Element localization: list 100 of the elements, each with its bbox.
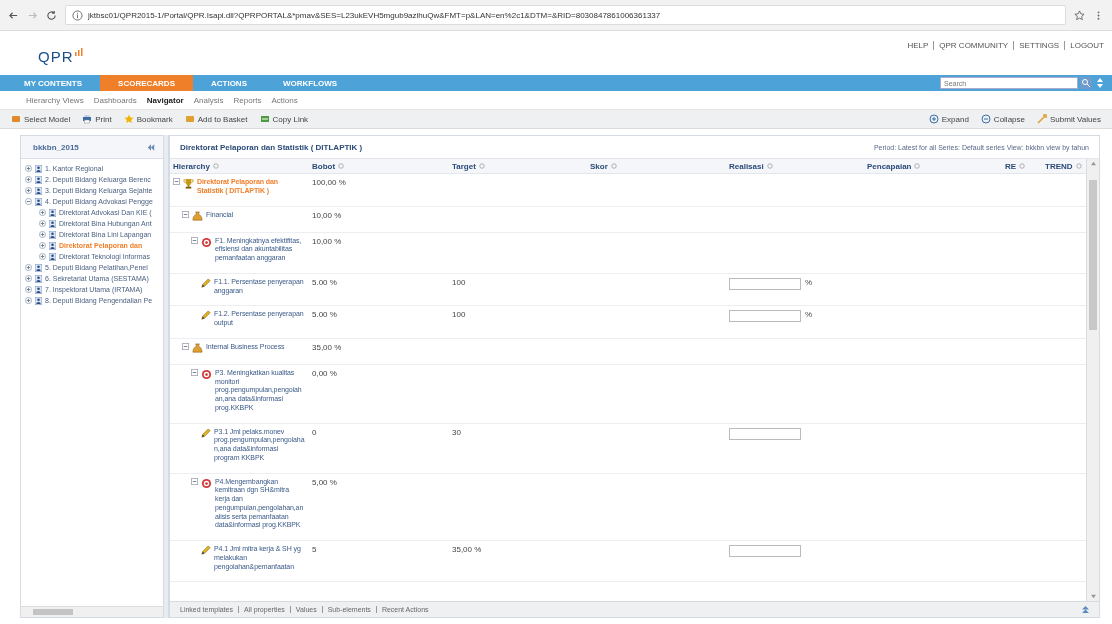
person-icon — [35, 197, 42, 206]
expand-toggle-icon[interactable] — [39, 209, 46, 216]
scrollbar-thumb[interactable] — [33, 609, 73, 615]
pencil-icon — [200, 277, 211, 289]
address-bar[interactable]: jktbsc01/QPR2015-1/Portal/QPR.Isapi.dll?QPRPORTAL&*pmav&SES=L23ukEVH5mgub9azihuQw&FMT=p&LAN=en%2c1&DTM=&RID=8030847861006361337 — [65, 5, 1066, 25]
header-link[interactable]: QPR COMMUNITY — [933, 41, 1009, 50]
person-icon — [35, 175, 42, 184]
column-header[interactable]: Bobot — [309, 161, 449, 171]
splitter-handle[interactable] — [164, 135, 169, 618]
sub-tab[interactable]: Reports — [233, 95, 262, 105]
person-icon — [35, 285, 42, 294]
table-cell: 35,00 % — [452, 545, 482, 554]
expand-toggle-icon[interactable] — [25, 275, 32, 282]
table-cell: 35,00 % — [312, 342, 342, 352]
pencil-icon — [200, 427, 211, 439]
expand-toggle-icon[interactable] — [39, 242, 46, 249]
person-icon — [35, 263, 42, 272]
expand-toggle-icon[interactable] — [39, 253, 46, 260]
scrollbar-thumb[interactable] — [1089, 180, 1097, 330]
sub-tab[interactable]: Hierarchy Views — [26, 95, 84, 105]
collapse-toggle-icon[interactable] — [182, 342, 189, 350]
column-header[interactable]: Realisasi — [726, 161, 864, 171]
collapse-toggle-icon[interactable] — [25, 198, 32, 205]
target-icon — [201, 477, 212, 489]
sub-tab[interactable]: Analysis — [193, 95, 224, 105]
collapse-toggle-icon[interactable] — [191, 236, 198, 244]
collapse-toggle-icon[interactable] — [191, 368, 198, 376]
table-cell: 10,00 % — [312, 210, 342, 220]
expand-toggle-icon[interactable] — [25, 286, 32, 293]
header-link[interactable]: HELP — [907, 41, 929, 50]
value-input[interactable] — [729, 427, 801, 440]
expand-toggle-icon[interactable] — [25, 176, 32, 183]
column-header[interactable]: Target — [449, 161, 587, 171]
collapse-icon[interactable] — [147, 143, 155, 151]
toolbar-button[interactable]: Copy Link — [256, 114, 312, 124]
toolbar-button[interactable]: Select Model — [8, 114, 74, 124]
person-icon — [35, 296, 42, 305]
expand-up-icon[interactable] — [1082, 606, 1089, 613]
toolbar-button[interactable]: Expand — [925, 114, 972, 124]
toolbar-button[interactable]: Bookmark — [120, 114, 176, 124]
person-icon — [49, 208, 56, 217]
sort-icon — [1019, 163, 1026, 169]
info-icon — [72, 9, 83, 21]
star-icon — [123, 114, 134, 124]
collapse-toggle-icon[interactable] — [182, 210, 189, 218]
expand-toggle-icon[interactable] — [25, 187, 32, 194]
unit-label: % — [805, 310, 813, 320]
sub-tab[interactable]: Dashboards — [93, 95, 137, 105]
reload-icon[interactable] — [46, 9, 57, 21]
collapse-toggle-icon[interactable] — [173, 178, 180, 185]
sort-icon — [766, 163, 773, 169]
column-header[interactable]: TREND — [1042, 161, 1086, 171]
star-icon[interactable] — [1074, 9, 1085, 21]
sub-tab[interactable]: Actions — [271, 95, 298, 105]
value-input[interactable] — [729, 545, 801, 557]
value-input[interactable] — [729, 310, 801, 323]
table-cell: 0 — [312, 427, 317, 437]
expand-toggle-icon[interactable] — [25, 165, 32, 172]
collapse-toggle-icon[interactable] — [191, 477, 198, 485]
column-header[interactable]: Pencapaian — [864, 161, 1002, 171]
sidebar-title: bkkbn_2015 — [33, 142, 79, 152]
box-icon — [184, 114, 195, 124]
column-header[interactable]: Hierarchy — [170, 161, 309, 171]
sort-icon — [1075, 163, 1082, 169]
value-input[interactable] — [729, 277, 801, 290]
toolbar-button[interactable]: Print — [79, 114, 115, 124]
money-bag-icon — [192, 210, 203, 222]
table-cell: 5,00 % — [312, 477, 337, 487]
vertical-scrollbar[interactable] — [1086, 159, 1099, 601]
expand-toggle-icon[interactable] — [39, 231, 46, 238]
money-bag-icon — [192, 342, 203, 354]
expand-toggle-icon[interactable] — [25, 297, 32, 304]
toolbar-button[interactable]: Submit Values — [1034, 114, 1104, 124]
header-link[interactable]: SETTINGS — [1013, 41, 1060, 50]
column-header[interactable]: RE — [1002, 161, 1042, 171]
expand-toggle-icon[interactable] — [25, 264, 32, 271]
arrow-icon — [1037, 114, 1047, 124]
trophy-icon — [183, 178, 194, 189]
header-link[interactable]: LOGOUT — [1064, 41, 1104, 50]
sub-tab[interactable]: Navigator — [146, 95, 184, 105]
sort-arrows-icon[interactable] — [1094, 77, 1106, 89]
table-cell: 5.00 % — [312, 277, 337, 287]
table-cell: 0,00 % — [312, 368, 337, 378]
person-icon — [49, 252, 56, 261]
minus-circle-icon — [980, 114, 991, 124]
scroll-down-icon[interactable] — [1089, 594, 1097, 599]
sort-icon — [478, 163, 485, 169]
table-cell: 5.00 % — [312, 310, 337, 320]
table-cell: 5 — [312, 545, 317, 554]
printer-icon — [82, 114, 93, 124]
column-header[interactable]: Skor — [587, 161, 726, 171]
person-icon — [49, 219, 56, 228]
horizontal-scrollbar[interactable] — [21, 606, 163, 617]
unit-label: % — [805, 277, 813, 287]
panel-title: Direktorat Pelaporan dan Statistik ( DITLAPTIK ) — [180, 142, 363, 152]
toolbar-button[interactable]: Add to Basket — [181, 114, 251, 124]
toolbar-button[interactable]: Collapse — [977, 114, 1028, 124]
scroll-up-icon[interactable] — [1089, 161, 1097, 166]
search-icon[interactable] — [1080, 77, 1092, 89]
expand-toggle-icon[interactable] — [39, 220, 46, 227]
